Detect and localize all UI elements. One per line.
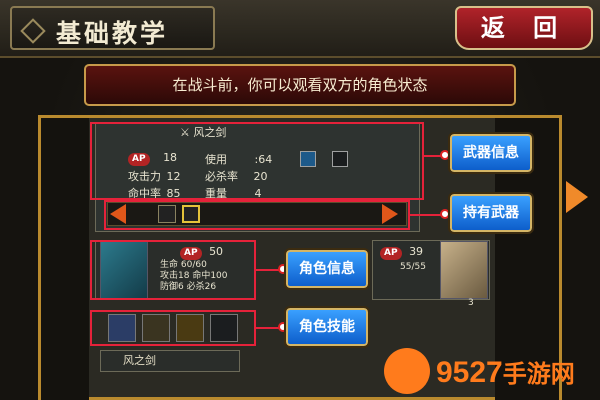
title-tab: 基础教学 [10, 6, 215, 50]
diamond-ornament-icon [20, 18, 46, 44]
horse-logo-icon [384, 348, 430, 394]
watermark-text: 9527手游网 [436, 356, 575, 389]
enemy-portrait [440, 241, 488, 299]
enemy-ap-badge: AP [380, 247, 402, 260]
enemy-ap-row: AP 39 [380, 245, 423, 260]
connector-dot-icon [440, 209, 450, 219]
char-skills-highlight [90, 310, 256, 346]
bottom-weapon-label: 风之剑 [100, 350, 240, 372]
instruction-banner: 在战斗前，你可以观看双方的角色状态 [84, 64, 516, 106]
enemy-hp-value: 55/55 [400, 262, 426, 272]
weapon-info-highlight [90, 122, 424, 200]
char-info-highlight [90, 240, 256, 300]
enemy-count: 3 [468, 298, 474, 308]
connector-dot-icon [440, 150, 450, 160]
header-bar: 基础教学 返 回 [0, 0, 600, 58]
enemy-ap-value: 39 [409, 245, 424, 258]
callout-held-weapons: 持有武器 [448, 192, 534, 234]
callout-char-skills: 角色技能 [284, 306, 370, 348]
watermark: 9527手游网 [384, 348, 600, 400]
left-strip [41, 118, 89, 400]
page-title: 基础教学 [56, 19, 169, 48]
held-weapons-highlight [104, 200, 410, 230]
next-page-arrow-icon[interactable] [566, 181, 588, 213]
callout-char-info: 角色信息 [284, 248, 370, 290]
back-button[interactable]: 返 回 [455, 6, 593, 50]
callout-weapon-info: 武器信息 [448, 132, 534, 174]
